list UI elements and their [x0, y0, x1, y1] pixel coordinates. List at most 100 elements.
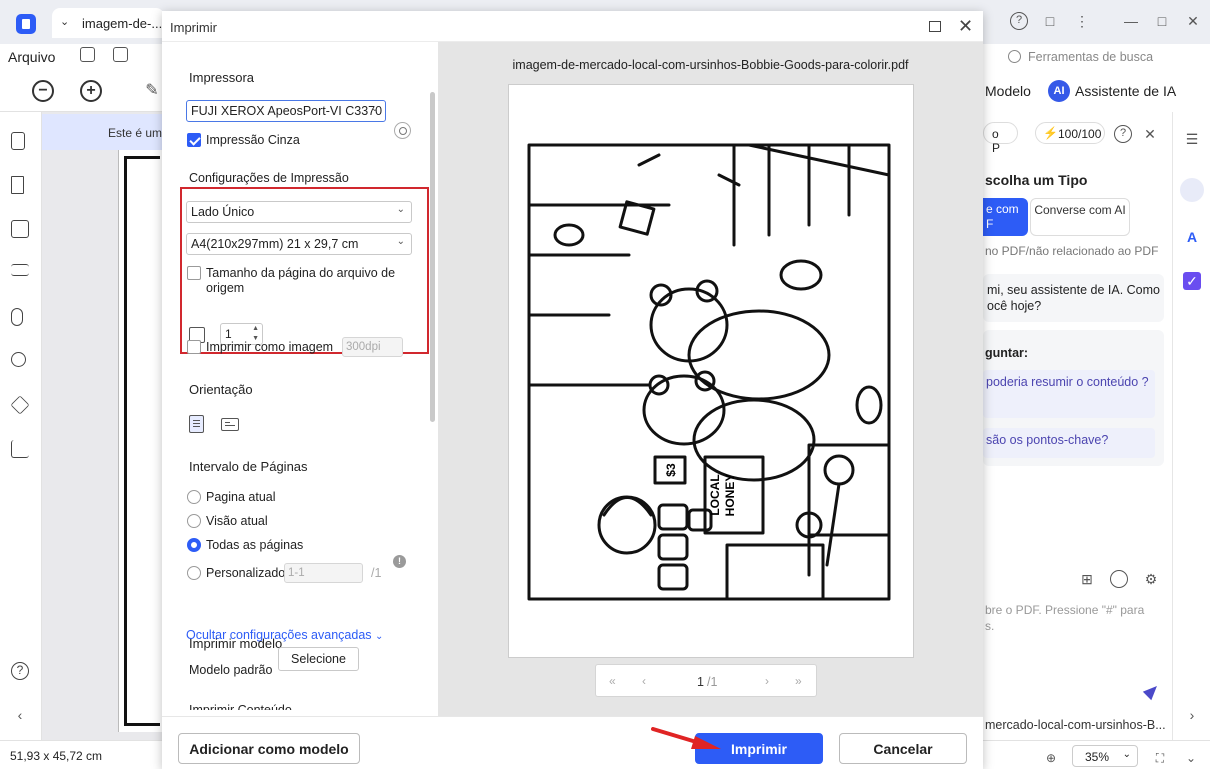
tab-chat-pdf[interactable]: e com F	[983, 198, 1028, 236]
close-icon[interactable]: ✕	[1184, 12, 1202, 30]
preview-page: LOCAL HONEY $3	[508, 84, 914, 658]
pdf-scope-note: no PDF/não relacionado ao PDF	[985, 244, 1159, 258]
bookmark-icon[interactable]	[11, 176, 24, 194]
collapse-icon[interactable]: ‹	[11, 706, 29, 724]
print-preview: imagem-de-mercado-local-com-ursinhos-Bob…	[438, 42, 983, 716]
preview-filename: imagem-de-mercado-local-com-ursinhos-Bob…	[512, 58, 909, 72]
suggested-question-1[interactable]: poderia resumir o conteúdo ?	[983, 370, 1155, 418]
search-icon[interactable]	[11, 352, 26, 367]
dpi-select[interactable]: 300dpi	[342, 337, 403, 357]
coloring-illustration: LOCAL HONEY $3	[527, 143, 891, 601]
close-icon[interactable]: ✕	[1141, 125, 1159, 143]
radio-current-view[interactable]	[187, 514, 201, 528]
suggested-question-2[interactable]: são os pontos-chave?	[983, 428, 1155, 458]
radio-custom[interactable]	[187, 566, 201, 580]
maximize-icon[interactable]	[929, 21, 941, 32]
model-pill[interactable]: o P	[983, 122, 1018, 155]
custom-range-total: /1	[371, 566, 382, 580]
save-icon[interactable]	[80, 47, 95, 62]
zoom-in-icon[interactable]: +	[80, 80, 102, 102]
stack-icon[interactable]	[11, 264, 29, 276]
left-rail: ? ‹	[0, 112, 42, 740]
add-icon[interactable]: ⊞	[1078, 570, 1096, 588]
settings-scrollbar[interactable]	[430, 92, 435, 422]
current-page-number[interactable]: 1	[697, 675, 704, 689]
tools-search-input[interactable]: Ferramentas de busca	[1028, 50, 1153, 64]
logo-icon[interactable]	[16, 14, 36, 34]
help-icon[interactable]: ?	[11, 662, 29, 680]
chevron-down-icon: ⌄	[375, 631, 384, 642]
printer-icon[interactable]	[113, 47, 128, 62]
select-template-button[interactable]: Selecione	[278, 647, 359, 671]
settings-icon[interactable]: ⚙	[1142, 570, 1160, 588]
print-settings-heading: Configurações de Impressão	[189, 171, 349, 185]
zoom-in-icon[interactable]: ⊕	[1042, 749, 1060, 767]
highlighter-icon[interactable]: ✎	[143, 82, 161, 100]
landscape-icon[interactable]	[221, 418, 239, 431]
dialog-footer: Adicionar como modelo Imprimir Cancelar	[162, 716, 983, 769]
print-as-image-checkbox[interactable]	[187, 340, 201, 354]
custom-range-input[interactable]: 1-1	[284, 563, 363, 583]
print-settings-panel: Impressora FUJI XEROX ApeosPort-VI C3370…	[162, 42, 438, 716]
printer-select[interactable]: FUJI XEROX ApeosPort-VI C3370 ⌄	[186, 100, 386, 122]
ai-assistant-dropdown[interactable]: Assistente de IA	[1075, 83, 1176, 99]
message-icon[interactable]: □	[1041, 12, 1059, 30]
radio-current-page[interactable]	[187, 490, 201, 504]
first-page-icon[interactable]: «	[609, 674, 616, 688]
menu-arquivo[interactable]: Arquivo	[8, 49, 55, 65]
printer-properties-icon[interactable]	[394, 122, 411, 139]
help-icon[interactable]: ?	[1114, 125, 1132, 143]
ai-robot-icon[interactable]	[1180, 178, 1204, 202]
maximize-icon[interactable]: □	[1153, 12, 1171, 30]
radio-all-pages[interactable]	[187, 538, 201, 552]
comment-icon[interactable]	[11, 220, 29, 238]
translate-icon[interactable]: A	[1183, 228, 1201, 246]
dialog-title: Imprimir	[170, 20, 217, 35]
print-dialog: Imprimir ✕ Impressora FUJI XEROX ApeosPo…	[162, 11, 983, 769]
banner-text: Este é um	[108, 126, 163, 140]
annotation-arrow	[651, 727, 721, 749]
cancel-button[interactable]: Cancelar	[839, 733, 967, 764]
prev-page-icon[interactable]: ‹	[642, 674, 646, 688]
tab-chat-ai[interactable]: Converse com AI	[1030, 198, 1130, 236]
bolt-icon: ⚡	[1043, 126, 1058, 140]
help-icon[interactable]: ?	[1010, 12, 1028, 30]
next-page-icon[interactable]: ›	[765, 674, 769, 688]
minimize-icon[interactable]: —	[1122, 12, 1140, 30]
fit-page-icon[interactable]: ⛶	[1151, 749, 1169, 767]
more-icon[interactable]: ⋮	[1073, 12, 1091, 30]
print-as-image-label: Imprimir como imagem	[206, 340, 334, 354]
zoom-select[interactable]: 35% ⌄	[1072, 745, 1138, 767]
checklist-icon[interactable]: ✓	[1183, 272, 1201, 290]
page-dimensions: 51,93 x 45,72 cm	[10, 749, 103, 763]
default-template-label: Modelo padrão	[189, 663, 273, 677]
modelo-button[interactable]: Modelo	[985, 83, 1031, 99]
total-pages: /1	[707, 675, 718, 689]
dialog-titlebar: Imprimir ✕	[162, 11, 983, 42]
info-icon[interactable]: !	[393, 555, 406, 568]
expand-icon[interactable]: ›	[1183, 706, 1201, 724]
printer-value: FUJI XEROX ApeosPort-VI C3370	[191, 104, 383, 118]
page-navigator: « ‹ 1 /1 › »	[595, 664, 817, 697]
history-icon[interactable]	[1110, 570, 1128, 588]
chevron-down-icon[interactable]: ⌄	[1182, 749, 1200, 767]
attachment-icon[interactable]	[11, 308, 23, 326]
add-as-template-button[interactable]: Adicionar como modelo	[178, 733, 360, 764]
grayscale-label: Impressão Cinza	[206, 133, 300, 147]
portrait-icon[interactable]	[189, 415, 204, 433]
last-page-icon[interactable]: »	[795, 674, 802, 688]
sliders-icon[interactable]: ☰	[1183, 130, 1201, 148]
grayscale-checkbox[interactable]	[187, 133, 201, 147]
document-tab-title[interactable]: imagem-de-...c	[82, 16, 169, 31]
ask-label: guntar:	[985, 346, 1029, 360]
chat-input[interactable]: bre o PDF. Pressione "#" para s.	[985, 602, 1155, 634]
tab-chevron-icon[interactable]: ⌄	[60, 15, 69, 28]
search-icon	[1008, 50, 1021, 63]
zoom-value: 35%	[1085, 750, 1110, 764]
page-icon[interactable]	[11, 132, 25, 150]
zoom-out-icon[interactable]: −	[32, 80, 54, 102]
close-icon[interactable]: ✕	[958, 16, 973, 36]
signature-icon[interactable]	[11, 440, 29, 458]
printer-label: Impressora	[189, 70, 255, 85]
layers-icon[interactable]	[10, 395, 30, 415]
